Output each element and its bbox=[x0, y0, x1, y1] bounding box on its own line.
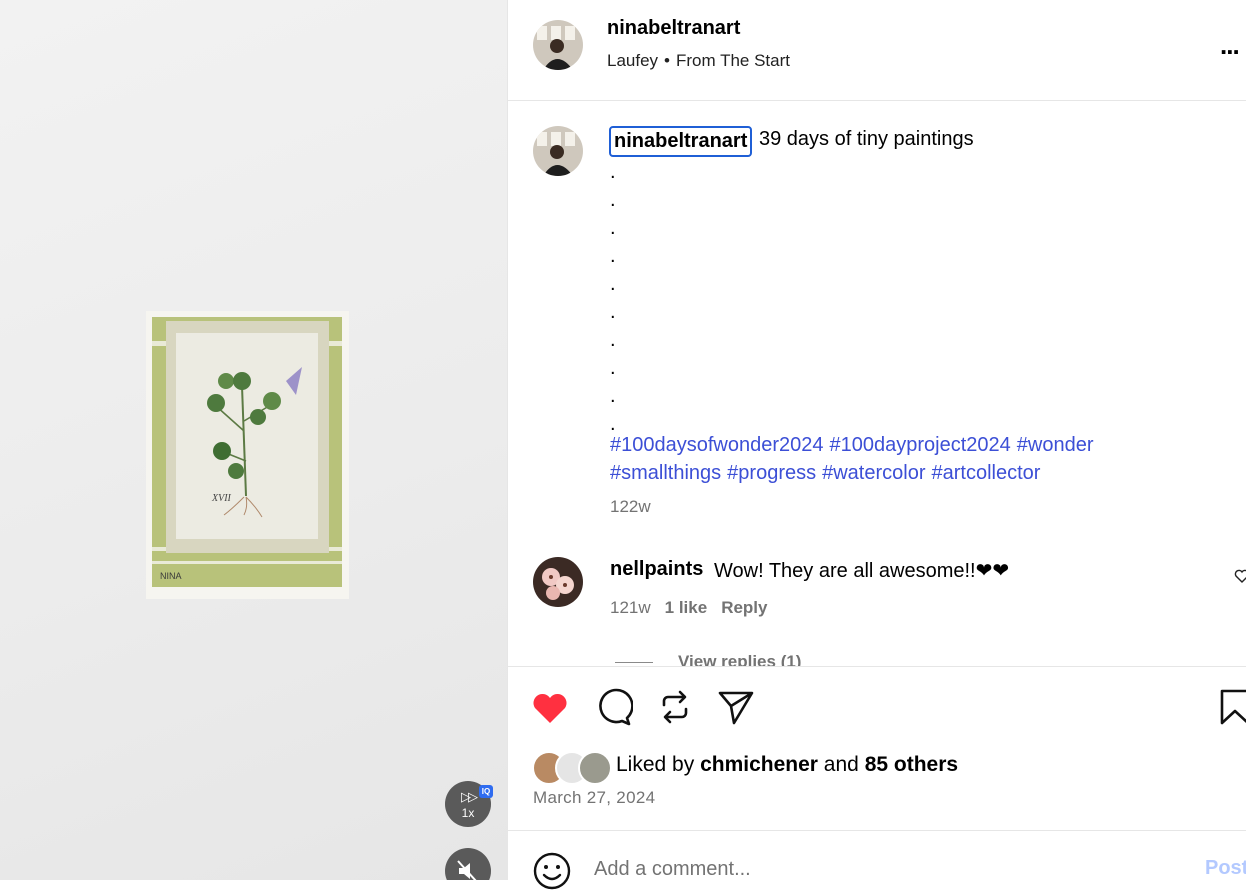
share-send-icon[interactable] bbox=[716, 687, 756, 727]
caption-dot: . bbox=[610, 161, 616, 183]
caption-dot: . bbox=[610, 301, 616, 323]
painting-signature: NINA bbox=[160, 571, 182, 581]
caption-dots: . . . . . . . . . . bbox=[610, 158, 616, 438]
hashtag-link[interactable]: #wonder bbox=[1017, 434, 1094, 456]
post-details-panel: ninabeltranart Laufey • From The Start ...… bbox=[507, 0, 1246, 890]
liked-by-text: Liked by chmichener and 85 others bbox=[616, 753, 958, 777]
audio-attribution[interactable]: Laufey • From The Start bbox=[607, 51, 790, 71]
post-comment-button[interactable]: Post bbox=[1205, 857, 1246, 880]
commenter-avatar[interactable] bbox=[533, 557, 583, 607]
caption-dot: . bbox=[610, 329, 616, 351]
commenter-username[interactable]: nellpaints bbox=[610, 558, 703, 581]
repost-icon[interactable] bbox=[655, 687, 695, 727]
more-options-icon[interactable]: ... bbox=[1220, 30, 1240, 61]
author-avatar[interactable] bbox=[533, 20, 583, 70]
likers-avatar-stack[interactable] bbox=[532, 751, 612, 785]
emoji-icon[interactable] bbox=[532, 851, 572, 891]
view-replies-line bbox=[615, 662, 653, 663]
caption-dot: . bbox=[610, 217, 616, 239]
mute-button[interactable] bbox=[445, 848, 491, 880]
liked-by-prefix: Liked by bbox=[616, 753, 695, 776]
comment-text: Wow! They are all awesome!!❤❤ bbox=[714, 560, 1010, 582]
audio-artist: Laufey bbox=[607, 51, 659, 70]
hashtag-link[interactable]: #100daysofwonder2024 bbox=[610, 434, 824, 456]
speed-extension-badge: IQ bbox=[479, 785, 493, 798]
liked-by-and: and bbox=[823, 753, 859, 776]
audio-track: From The Start bbox=[676, 51, 790, 70]
liker-avatar bbox=[578, 751, 612, 785]
caption-dot: . bbox=[610, 189, 616, 211]
caption-hashtags: #100daysofwonder2024 #100dayproject2024 #w… bbox=[610, 431, 1190, 487]
author-username[interactable]: ninabeltranart bbox=[607, 17, 740, 40]
audio-separator: • bbox=[664, 51, 670, 70]
comment-meta: 121w 1 like Reply bbox=[610, 598, 781, 618]
caption-text: 39 days of tiny paintings bbox=[759, 128, 974, 150]
heart-liked-icon[interactable] bbox=[530, 687, 570, 727]
comment-heart-icon[interactable] bbox=[1234, 568, 1246, 584]
playback-speed-label: 1x bbox=[461, 806, 475, 820]
comment-timestamp[interactable]: 121w bbox=[610, 598, 651, 617]
caption-author-avatar[interactable] bbox=[533, 126, 583, 176]
add-comment-input[interactable] bbox=[594, 855, 1154, 883]
hashtag-link[interactable]: #100dayproject2024 bbox=[830, 434, 1011, 456]
liked-by-username[interactable]: chmichener bbox=[700, 753, 818, 776]
hashtag-link[interactable]: #progress bbox=[727, 462, 816, 484]
speaker-muted-icon bbox=[457, 860, 477, 880]
post-header: ninabeltranart Laufey • From The Start ... bbox=[508, 0, 1246, 101]
comment-like-count[interactable]: 1 like bbox=[665, 598, 708, 617]
hashtag-link[interactable]: #artcollector bbox=[932, 462, 1041, 484]
caption-dot: . bbox=[610, 385, 616, 407]
hashtag-link[interactable]: #watercolor bbox=[822, 462, 925, 484]
post-date[interactable]: March 27, 2024 bbox=[533, 788, 655, 808]
comment-icon[interactable] bbox=[593, 687, 633, 727]
caption-username[interactable]: ninabeltranart bbox=[609, 126, 753, 157]
watercolor-painting-image: XVII NINA bbox=[146, 311, 349, 599]
post-media[interactable]: XVII NINA ▷▷ 1x IQ bbox=[0, 0, 507, 880]
add-comment-bar: Post bbox=[508, 830, 1246, 890]
caption-dot: . bbox=[610, 357, 616, 379]
liked-by-others[interactable]: 85 others bbox=[865, 753, 958, 776]
post-action-bar: Liked by chmichener and 85 others March … bbox=[508, 666, 1246, 831]
caption-dot: . bbox=[610, 273, 616, 295]
caption-dot: . bbox=[610, 245, 616, 267]
painting-numeral: XVII bbox=[211, 493, 232, 504]
bookmark-icon[interactable] bbox=[1218, 687, 1246, 727]
caption-timestamp[interactable]: 122w bbox=[610, 497, 651, 517]
hashtag-link[interactable]: #smallthings bbox=[610, 462, 721, 484]
comment-reply-button[interactable]: Reply bbox=[721, 598, 767, 617]
